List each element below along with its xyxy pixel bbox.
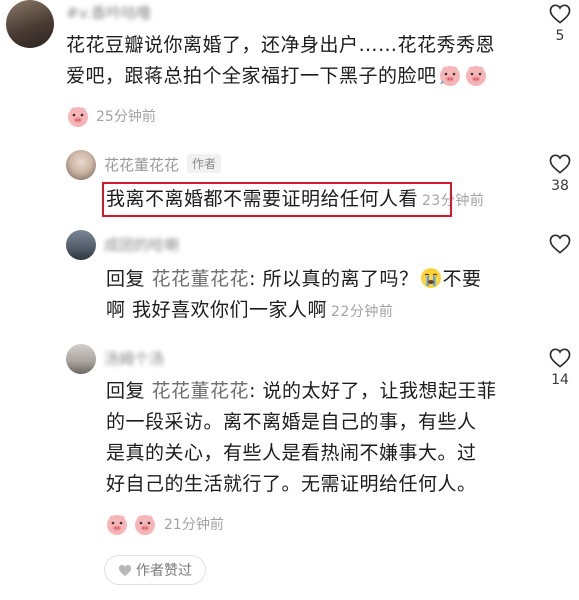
comment-text-body-cont: 不要 (442, 268, 482, 290)
comment-text-body: 花花豆瓣说你离婚了，还净身出户……花花秀秀恩爱吧，跟蒋总拍个全家福打一下黑子的脸… (66, 34, 496, 87)
comment-text-line1: : 说的太好了，让我想起王菲 (249, 380, 497, 402)
pig-face-emoji (133, 512, 157, 536)
comment-text-line2: 的一段采访。离不离婚是自己的事，有些人 (106, 411, 477, 433)
timestamp: 21分钟前 (164, 517, 224, 533)
reply-prefix: 回复 (106, 380, 152, 402)
avatar[interactable] (66, 344, 96, 374)
avatar[interactable] (66, 230, 96, 260)
comment-meta: 21分钟前 (104, 512, 224, 536)
timestamp: 25分钟前 (96, 109, 156, 125)
author-tag: 作者 (187, 154, 222, 173)
like-button[interactable] (540, 234, 579, 254)
timestamp: 22分钟前 (331, 304, 394, 320)
heart-icon (549, 234, 571, 254)
like-count: 14 (551, 372, 569, 388)
username[interactable]: 汤姆个汤 (104, 348, 164, 369)
comment-text: 回复 花花董花花: 所以真的离了吗？ 不要啊 我好喜欢你们一家人啊 22分钟前 (106, 264, 526, 328)
avatar[interactable] (6, 0, 54, 48)
heart-filled-icon (118, 564, 132, 576)
comment-text: 花花豆瓣说你离婚了，还净身出户……花花秀秀恩爱吧，跟蒋总拍个全家福打一下黑子的脸… (66, 30, 506, 92)
pig-face-emoji (464, 63, 488, 87)
like-count: 38 (551, 178, 569, 194)
author-liked-badge: 作者赞过 (104, 555, 206, 585)
comment-text-line3: 是真的关心，有些人是看热闹不嫌事大。过 (106, 442, 477, 464)
like-button[interactable]: 14 (540, 348, 579, 388)
pig-face-emoji (66, 104, 90, 128)
comment-1: #v.香吟咕噜 花花豆瓣说你离婚了，还净身出户……花花秀秀恩爱吧，跟蒋总拍个全家… (0, 0, 579, 135)
comment-3: 成团的哈喇 回复 花花董花花: 所以真的离了吗？ 不要啊 我好喜欢你们一家人啊 22… (0, 228, 579, 338)
comment-text-line2: 啊 我好喜欢你们一家人啊 (106, 299, 328, 321)
avatar[interactable] (66, 150, 96, 180)
reply-target[interactable]: 花花董花花 (152, 380, 250, 402)
highlight-box (102, 182, 452, 217)
username[interactable]: 花花董花花 作者 (104, 154, 222, 175)
comment-text: 回复 花花董花花: 说的太好了，让我想起王菲的一段采访。离不离婚是自己的事，有些… (106, 376, 536, 500)
heart-icon (549, 348, 571, 368)
comment-2: 花花董花花 作者 我离不离婚都不需要证明给任何人看 23分钟前 38 (0, 148, 579, 228)
username[interactable]: #v.香吟咕噜 (66, 2, 151, 23)
author-liked-label: 作者赞过 (136, 563, 192, 579)
reply-target[interactable]: 花花董花花 (152, 268, 250, 290)
pig-face-emoji (105, 512, 129, 536)
username-text: 花花董花花 (104, 156, 180, 174)
like-count: 5 (555, 28, 565, 44)
pig-face-emoji (438, 63, 462, 87)
like-button[interactable]: 5 (540, 4, 579, 44)
heart-icon (549, 154, 571, 174)
comment-text-body: : 所以真的离了吗？ (249, 268, 419, 290)
like-button[interactable]: 38 (540, 154, 579, 194)
reply-prefix: 回复 (106, 268, 152, 290)
username[interactable]: 成团的哈喇 (104, 234, 179, 255)
comment-4: 汤姆个汤 回复 花花董花花: 说的太好了，让我想起王菲的一段采访。离不离婚是自己… (0, 342, 579, 600)
comment-meta: 25分钟前 (66, 104, 156, 128)
crying-face-emoji (419, 266, 443, 290)
comment-text-line4: 好自己的生活就行了。无需证明给任何人。 (106, 473, 477, 495)
heart-icon (549, 4, 571, 24)
